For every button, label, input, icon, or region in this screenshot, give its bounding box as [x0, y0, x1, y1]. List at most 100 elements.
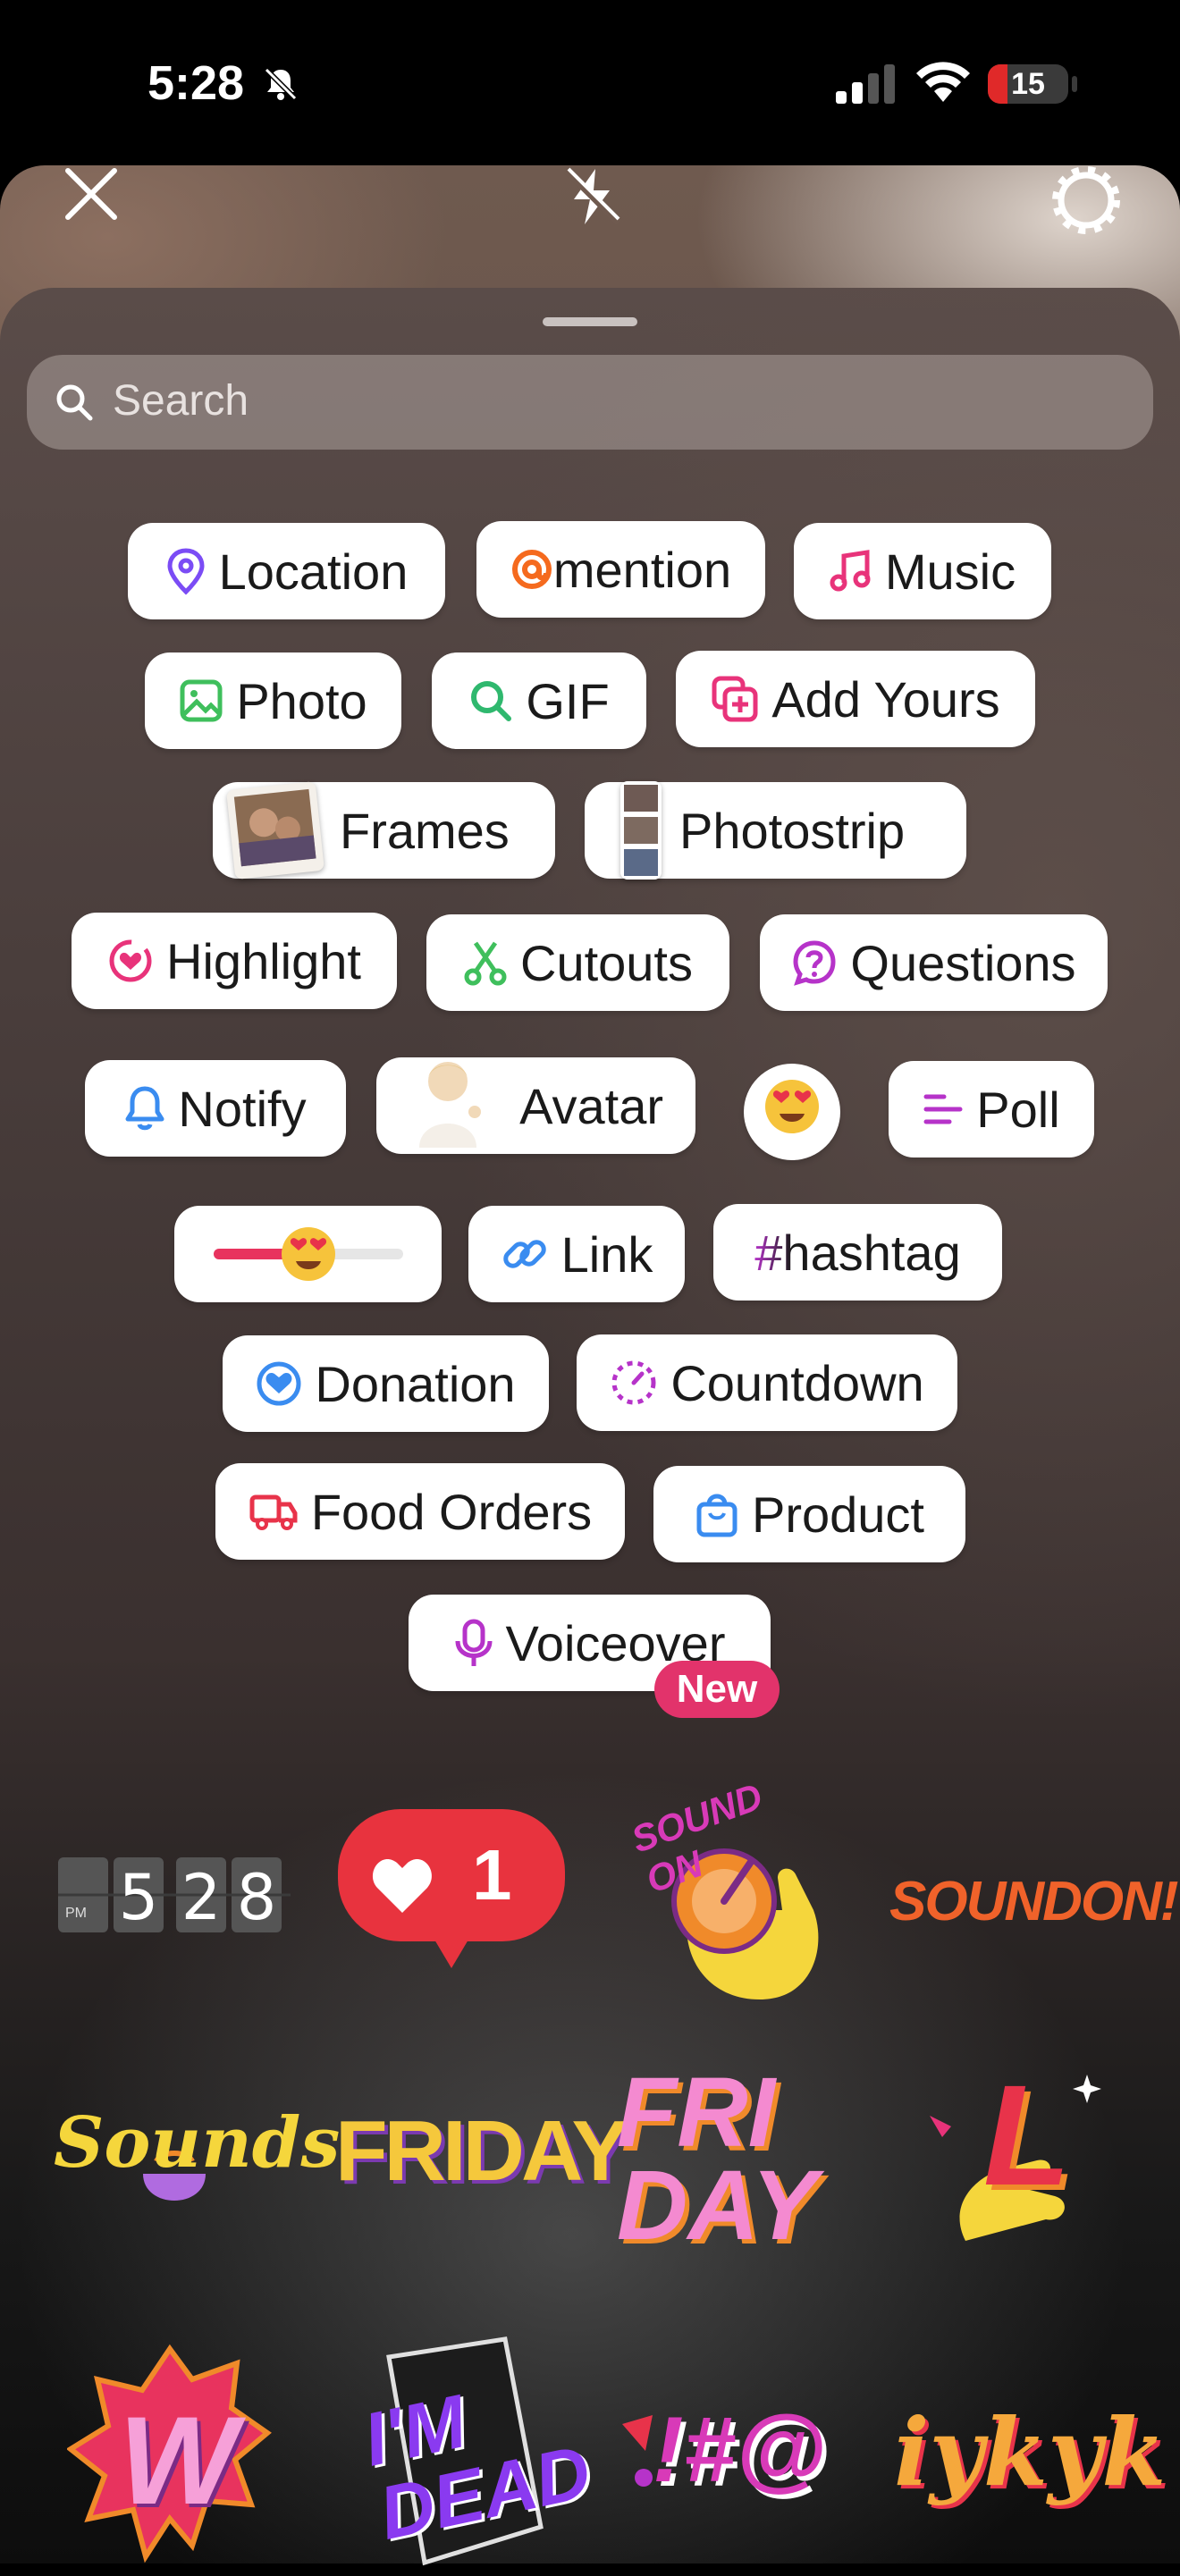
clock-ampm: PM: [65, 1906, 87, 1921]
clock-sticker[interactable]: PM 5 2 8: [58, 1852, 291, 1942]
questions-sticker[interactable]: Questions: [760, 914, 1108, 1011]
highlight-label: Highlight: [166, 932, 361, 989]
highlight-sticker[interactable]: Highlight: [72, 913, 397, 1009]
countdown-timer-icon: [610, 1359, 658, 1407]
microphone-icon: [454, 1618, 493, 1668]
photostrip-label: Photostrip: [679, 802, 906, 859]
countdown-label: Countdown: [670, 1354, 924, 1411]
im-dead-sticker[interactable]: I'M DEAD: [353, 2321, 598, 2576]
clock-digit-1: 5: [118, 1861, 159, 1934]
im-dead-text: I'M DEAD: [356, 2378, 598, 2555]
new-badge: New: [654, 1661, 780, 1718]
add-yours-icon: [711, 675, 759, 723]
add-yours-sticker[interactable]: Add Yours: [676, 651, 1035, 747]
cellular-signal-icon: [836, 64, 898, 108]
sounds-sticker[interactable]: Sounds: [54, 2093, 340, 2223]
poll-sticker[interactable]: Poll: [889, 1061, 1094, 1158]
music-sticker[interactable]: Music: [794, 523, 1051, 619]
sounds-text: Sounds: [54, 2102, 341, 2184]
countdown-sticker[interactable]: Countdown: [577, 1334, 957, 1431]
photostrip-sticker[interactable]: Photostrip: [585, 781, 966, 880]
gif-sticker[interactable]: GIF: [432, 652, 646, 749]
l-letter: L: [983, 2055, 1071, 2215]
location-sticker[interactable]: Location: [128, 523, 445, 619]
symbols-text: !#@: [653, 2398, 826, 2502]
w-sticker[interactable]: W: [65, 2344, 273, 2572]
donation-label: Donation: [315, 1355, 516, 1412]
notify-sticker[interactable]: Notify: [85, 1060, 346, 1157]
mention-label: mention: [552, 541, 732, 598]
battery-indicator: 15: [988, 64, 1077, 104]
delivery-truck-icon: [249, 1492, 299, 1531]
frames-sticker[interactable]: Frames: [213, 781, 555, 880]
clock-digit-2: 2: [181, 1861, 222, 1934]
bell-muted-icon: [261, 64, 300, 108]
donation-sticker[interactable]: Donation: [223, 1335, 549, 1432]
bell-icon: [124, 1085, 165, 1132]
highlight-icon: [107, 938, 154, 984]
sheet-drag-handle[interactable]: [543, 317, 637, 326]
cutouts-sticker[interactable]: Cutouts: [426, 914, 729, 1011]
iykyk-sticker[interactable]: iykyk: [894, 2397, 1166, 2507]
l-sticker[interactable]: L: [921, 2055, 1108, 2272]
photo-icon: [179, 678, 223, 723]
sound-on-2-sticker[interactable]: SOUNDON!: [889, 1870, 1179, 1933]
search-icon: [56, 384, 93, 421]
notify-label: Notify: [178, 1080, 307, 1137]
w-letter: W: [119, 2390, 238, 2530]
avatar-sticker[interactable]: Avatar: [376, 1057, 695, 1154]
photo-sticker[interactable]: Photo: [145, 652, 401, 749]
sticker-tray: Search Location mention Music Photo GIF …: [0, 288, 1180, 2566]
likes-sticker[interactable]: 1: [338, 1809, 565, 1974]
product-sticker[interactable]: Product: [653, 1466, 965, 1562]
status-bar: 5:28 15: [0, 0, 1180, 165]
food-orders-sticker[interactable]: Food Orders: [215, 1463, 625, 1560]
shopping-bag-icon: [695, 1490, 739, 1538]
location-label: Location: [218, 543, 409, 600]
close-icon[interactable]: [63, 165, 120, 227]
link-label: Link: [560, 1225, 653, 1283]
food-orders-label: Food Orders: [310, 1483, 593, 1540]
photostrip-thumbnail: [620, 781, 662, 880]
music-note-icon: [830, 549, 872, 593]
music-label: Music: [884, 543, 1016, 600]
emoji-slider-icon: [213, 1227, 403, 1281]
product-label: Product: [752, 1486, 924, 1543]
mention-sticker[interactable]: mention: [476, 521, 765, 618]
battery-level: 15: [1011, 67, 1045, 101]
location-pin-icon: [165, 547, 206, 595]
friday-sticker[interactable]: FRIDAY: [335, 2102, 629, 2201]
link-sticker[interactable]: Link: [468, 1206, 685, 1302]
hashtag-label: #hashtag: [754, 1224, 961, 1281]
scissors-icon: [463, 939, 508, 986]
emoji-slider-sticker[interactable]: [174, 1206, 442, 1302]
heart-eyes-emoji-icon: [762, 1076, 822, 1149]
likes-count: 1: [472, 1835, 512, 1915]
frames-thumbnail: [226, 781, 324, 880]
avatar-thumbnail: [403, 1053, 493, 1159]
question-icon: [791, 939, 838, 986]
poll-lines-icon: [923, 1091, 964, 1127]
flash-off-icon[interactable]: [561, 165, 624, 232]
hashtag-sticker[interactable]: #hashtag: [713, 1204, 1002, 1301]
donation-heart-icon: [256, 1360, 302, 1407]
cutouts-label: Cutouts: [520, 934, 693, 991]
frames-label: Frames: [340, 802, 510, 859]
add-yours-label: Add Yours: [771, 670, 1000, 728]
fri-day-text: FRI DAY: [617, 2058, 818, 2260]
gif-search-icon: [468, 678, 513, 723]
sound-on-sticker[interactable]: SOUND ON: [626, 1775, 831, 2013]
gif-label: GIF: [526, 672, 610, 729]
at-sign-icon: [510, 548, 553, 591]
status-time: 5:28: [148, 56, 245, 110]
link-icon: [501, 1230, 549, 1278]
iykyk-text: iykyk: [894, 2397, 1167, 2507]
photo-label: Photo: [236, 672, 367, 729]
symbols-sticker[interactable]: !#@: [617, 2388, 840, 2518]
search-placeholder: Search: [113, 377, 249, 425]
friday-text: FRIDAY: [335, 2103, 629, 2199]
fri-day-sticker[interactable]: FRI DAY: [617, 2058, 849, 2260]
emoji-sticker[interactable]: [744, 1064, 840, 1160]
search-input[interactable]: Search: [27, 355, 1153, 450]
settings-gear-icon[interactable]: [1048, 162, 1125, 243]
